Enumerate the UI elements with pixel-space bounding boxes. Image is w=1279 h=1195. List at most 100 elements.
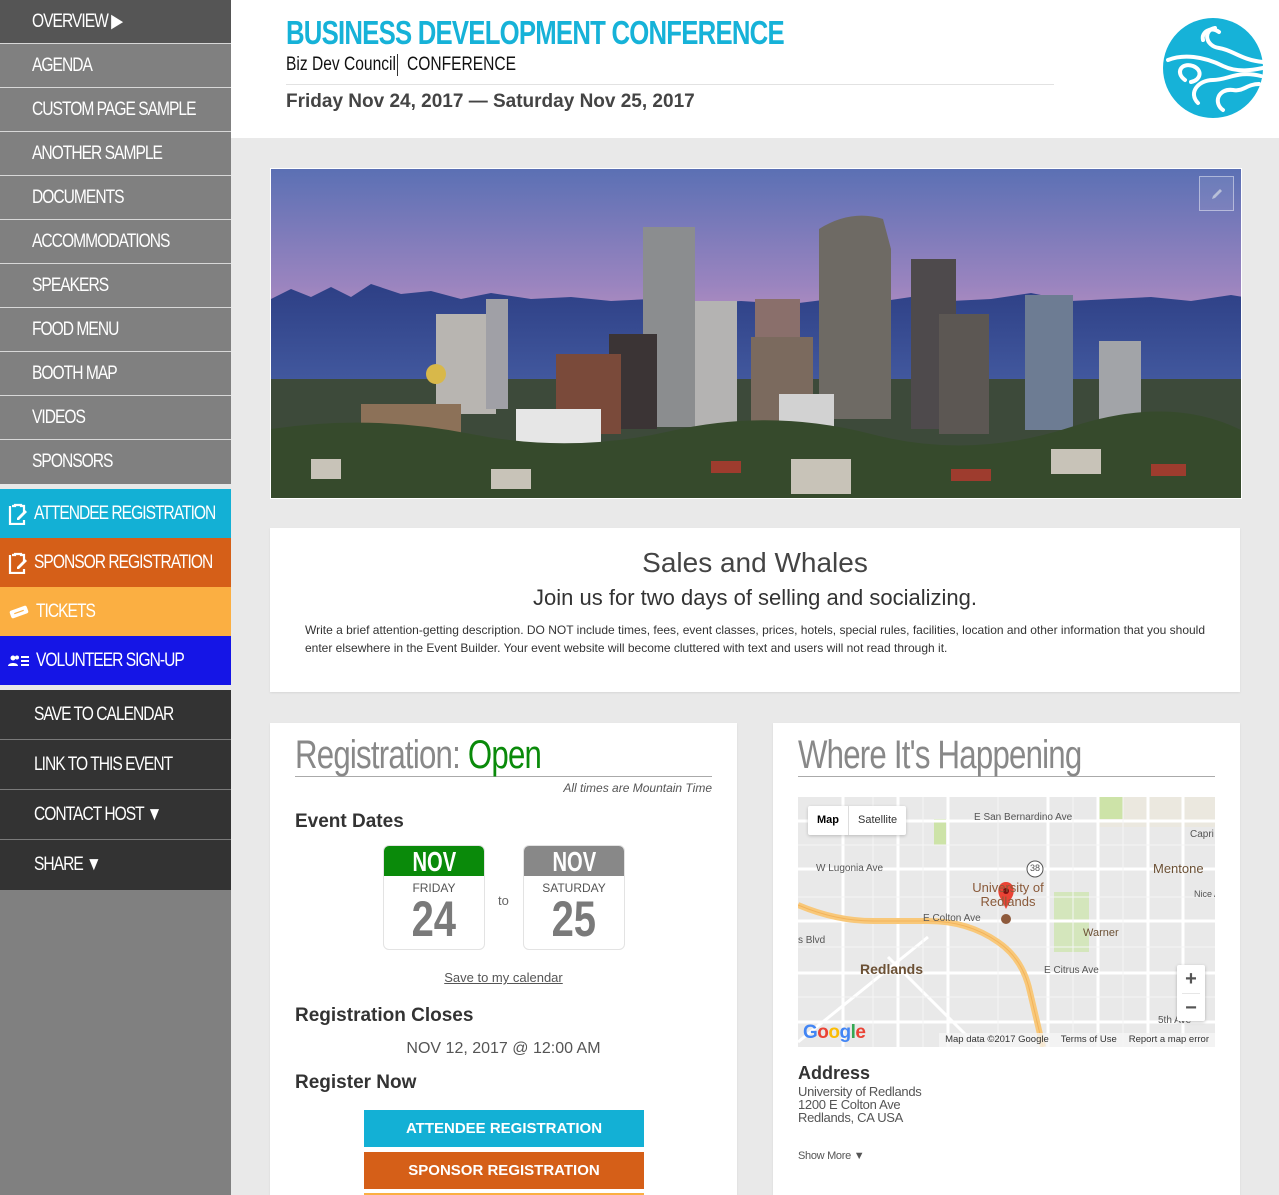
sidebar-item-label: SPONSORS: [32, 451, 113, 472]
event-description-text: Write a brief attention-getting descript…: [305, 623, 1205, 655]
sponsor-registration-button[interactable]: SPONSOR REGISTRATION: [364, 1152, 644, 1189]
registration-heading-label: Registration:: [295, 733, 461, 777]
report-map-error-link[interactable]: Report a map error: [1123, 1033, 1215, 1047]
sidebar-item-accommodations[interactable]: ACCOMMODATIONS: [0, 220, 231, 264]
sidebar-item-agenda[interactable]: AGENDA: [0, 44, 231, 88]
sidebar-item-volunteer-signup[interactable]: VOLUNTEER SIGN-UP: [0, 636, 231, 685]
calendar-day: 24: [411, 891, 457, 947]
sidebar-item-label: FOOD MENU: [32, 318, 119, 340]
event-subline: Biz Dev Council CONFERENCE: [286, 54, 540, 76]
sidebar-item-label: VOLUNTEER SIGN-UP: [36, 649, 185, 671]
event-tagline-subtitle: Join us for two days of selling and soci…: [533, 585, 977, 610]
event-header: BUSINESS DEVELOPMENT CONFERENCE Biz Dev …: [231, 0, 1279, 138]
sidebar-item-booth-map[interactable]: BOOTH MAP: [0, 352, 231, 396]
zoom-out-button[interactable]: −: [1177, 994, 1205, 1022]
pencil-icon: [1210, 187, 1224, 201]
sidebar-item-another-sample[interactable]: ANOTHER SAMPLE: [0, 132, 231, 176]
organizer-logo: [1163, 18, 1265, 118]
zoom-in-button[interactable]: +: [1177, 965, 1205, 993]
contact-host-dropdown[interactable]: CONTACT HOST ▼: [0, 790, 231, 840]
calendar-day: 25: [551, 891, 597, 947]
sidebar-item-label: SAVE TO CALENDAR: [34, 703, 174, 725]
registration-links: ATTENDEE REGISTRATION SPONSOR REGISTRATI…: [0, 484, 231, 690]
map-label: 38: [1030, 863, 1041, 873]
location-map[interactable]: E San Bernardino Ave Capri A W Lugonia A…: [798, 797, 1215, 1047]
organizer-name: Biz Dev Council: [286, 54, 396, 75]
map-label: Mentone: [1153, 861, 1204, 876]
event-description-card: Sales and Whales Join us for two days of…: [270, 528, 1240, 692]
satellite-view-button[interactable]: Satellite: [849, 806, 906, 835]
date-range-to: to: [498, 893, 509, 908]
attendee-registration-button[interactable]: ATTENDEE REGISTRATION: [364, 1110, 644, 1147]
edit-hero-button[interactable]: [1199, 176, 1234, 211]
subline-divider: [397, 54, 398, 76]
end-date-calendar: NOV SATURDAY 25: [523, 845, 625, 950]
location-heading: Where It's Happening: [798, 733, 1215, 777]
map-label: E San Bernardino Ave: [974, 812, 1073, 823]
register-now-heading: Register Now: [295, 1072, 417, 1093]
map-label: University of Redlands: [972, 880, 1044, 909]
registration-heading: Registration: Open: [295, 733, 712, 777]
sidebar-item-label: DOCUMENTS: [32, 186, 125, 208]
hero-image: [270, 168, 1242, 499]
google-logo[interactable]: Google: [803, 1022, 866, 1044]
show-more-toggle[interactable]: Show More ▼: [798, 1150, 865, 1162]
volunteer-list-icon: [8, 650, 30, 672]
map-label: s Blvd: [798, 935, 826, 946]
event-title: BUSINESS DEVELOPMENT CONFERENCE: [286, 14, 785, 51]
sidebar-item-custom-page-sample[interactable]: CUSTOM PAGE SAMPLE: [0, 88, 231, 132]
sidebar-item-overview[interactable]: OVERVIEW ▶: [0, 0, 231, 44]
header-divider: [286, 84, 1054, 85]
sidebar-item-label: ATTENDEE REGISTRATION: [34, 502, 216, 524]
share-dropdown[interactable]: SHARE ▼: [0, 840, 231, 890]
sidebar-item-food-menu[interactable]: FOOD MENU: [0, 308, 231, 352]
sidebar-item-label: BOOTH MAP: [32, 362, 118, 384]
save-to-my-calendar-link[interactable]: Save to my calendar: [270, 970, 737, 985]
terms-of-use-link[interactable]: Terms of Use: [1055, 1033, 1123, 1047]
calendar-month: NOV: [524, 846, 624, 877]
sidebar-item-label: LINK TO THIS EVENT: [34, 753, 173, 775]
sidebar-item-tickets[interactable]: TICKETS: [0, 587, 231, 636]
clipboard-edit-icon: [8, 503, 28, 525]
map-label: Warner: [1083, 927, 1119, 939]
sidebar-item-label: TICKETS: [36, 600, 96, 622]
sidebar-item-label: CONTACT HOST ▼: [34, 803, 162, 825]
sidebar-item-attendee-registration[interactable]: ATTENDEE REGISTRATION: [0, 489, 231, 538]
sidebar-item-documents[interactable]: DOCUMENTS: [0, 176, 231, 220]
map-data-credit: Map data ©2017 Google: [945, 1034, 1049, 1045]
event-dates-heading: Event Dates: [295, 811, 404, 832]
sidebar-item-label: SPEAKERS: [32, 274, 109, 296]
sidebar-item-label: ACCOMMODATIONS: [32, 230, 170, 252]
map-label: W Lugonia Ave: [816, 863, 884, 874]
event-date-range: Friday Nov 24, 2017 — Saturday Nov 25, 2…: [286, 91, 695, 112]
event-type: CONFERENCE: [407, 54, 517, 75]
event-tagline-title: Sales and Whales: [642, 547, 868, 578]
address-heading: Address: [798, 1063, 871, 1083]
sidebar-item-speakers[interactable]: SPEAKERS: [0, 264, 231, 308]
sidebar-item-videos[interactable]: VIDEOS: [0, 396, 231, 440]
sidebar-item-label: SPONSOR REGISTRATION: [34, 551, 213, 573]
map-label: Capri A: [1190, 829, 1215, 840]
registration-status: Open: [467, 733, 542, 777]
map-type-control: Map Satellite: [808, 806, 907, 835]
sidebar-item-label: VIDEOS: [32, 406, 86, 428]
timezone-note: All times are Mountain Time: [563, 781, 712, 795]
sidebar-item-label: SHARE ▼: [34, 854, 102, 875]
sidebar-item-label: CUSTOM PAGE SAMPLE: [32, 98, 197, 120]
map-label: Nice Ave: [1194, 889, 1215, 899]
map-view-button[interactable]: Map: [808, 806, 849, 835]
address-line: Redlands, CA USA: [798, 1110, 904, 1125]
sidebar-nav: OVERVIEW ▶ AGENDA CUSTOM PAGE SAMPLE ANO…: [0, 0, 231, 1195]
calendar-month: NOV: [384, 846, 484, 877]
sidebar-item-sponsor-registration[interactable]: SPONSOR REGISTRATION: [0, 538, 231, 587]
sidebar-item-label: AGENDA: [32, 54, 93, 76]
save-to-calendar-button[interactable]: SAVE TO CALENDAR: [0, 690, 231, 740]
sidebar-item-sponsors[interactable]: SPONSORS: [0, 440, 231, 484]
registration-closes-heading: Registration Closes: [295, 1005, 474, 1026]
map-label: Redlands: [860, 961, 924, 977]
start-date-calendar: NOV FRIDAY 24: [383, 845, 485, 950]
clipboard-edit-icon: [8, 552, 28, 574]
link-to-event-button[interactable]: LINK TO THIS EVENT: [0, 740, 231, 790]
map-label: E Colton Ave: [923, 913, 981, 924]
location-card: Where It's Happening E San Bernardino Av…: [773, 723, 1240, 1195]
